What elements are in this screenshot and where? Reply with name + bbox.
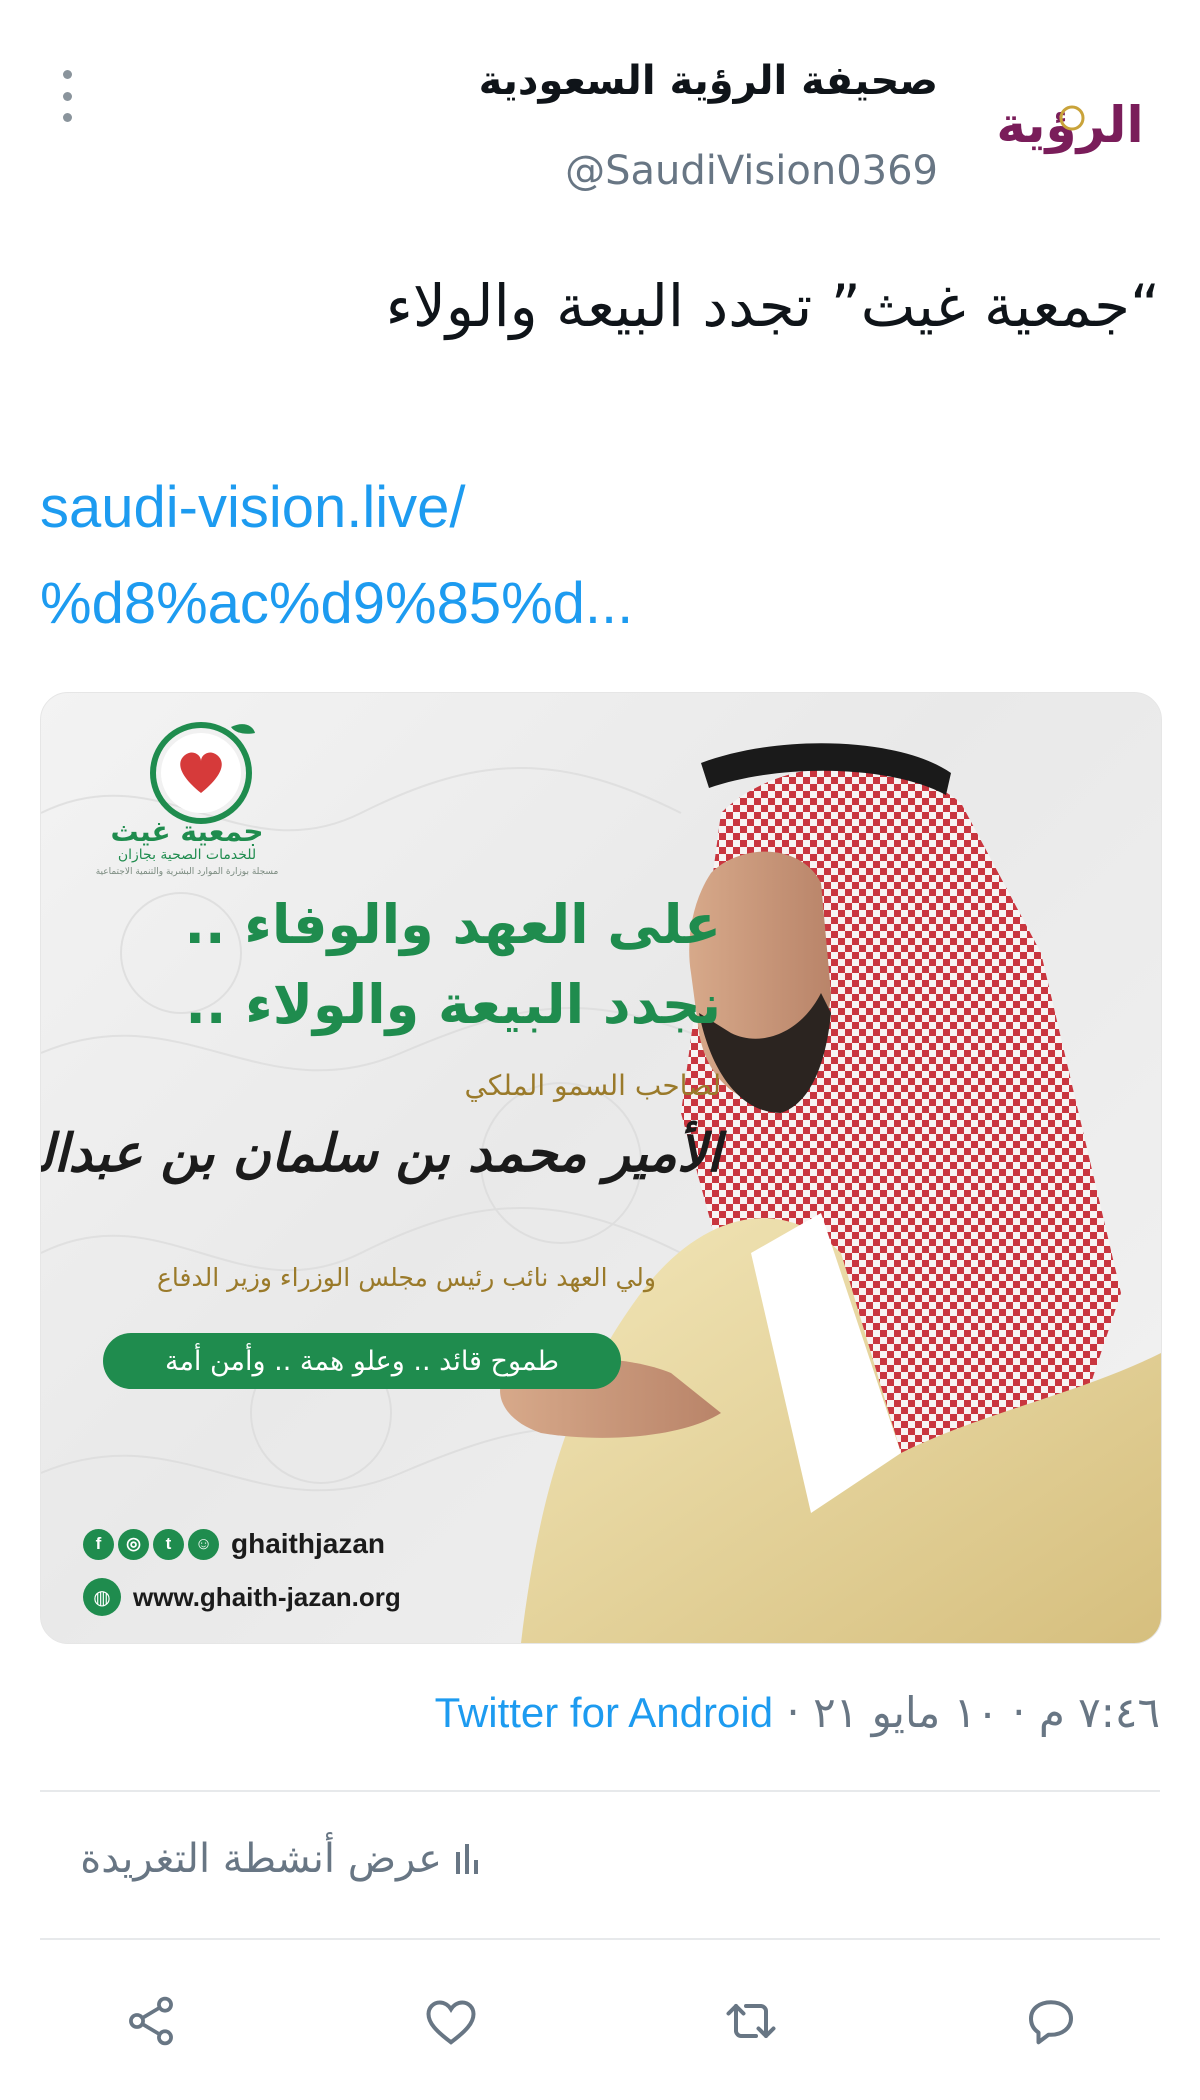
like-icon[interactable] bbox=[416, 1986, 486, 2056]
website-url: www.ghaith-jazan.org bbox=[133, 1581, 401, 1612]
social-row: f ◎ t ☺ ghaithjazan bbox=[83, 1528, 385, 1560]
org-subtitle: للخدمات الصحية بجازان bbox=[117, 847, 257, 863]
more-options-icon[interactable] bbox=[52, 70, 82, 122]
tweet-activity-button[interactable]: عرض أنشطة التغريدة bbox=[80, 1836, 478, 1882]
retweet-icon[interactable] bbox=[716, 1986, 786, 2056]
instagram-icon: ◎ bbox=[118, 1528, 149, 1560]
highness-label: لصاحب السمو الملكي bbox=[464, 1069, 721, 1102]
action-bar bbox=[0, 1986, 1200, 2056]
divider bbox=[40, 1938, 1160, 1940]
snapchat-icon: ☺ bbox=[188, 1528, 219, 1560]
tweet-link-line1[interactable]: saudi-vision.live/ bbox=[40, 460, 633, 556]
headline-line1: على العهد والوفاء .. bbox=[184, 893, 721, 956]
tweet-link[interactable]: saudi-vision.live/ %d8%ac%d9%85%d... bbox=[40, 460, 633, 652]
headline-line2: نجدد البيعة والولاء .. bbox=[185, 973, 721, 1036]
tweet-timestamp: ٧:٤٦ م · ١٠ مايو ٢١ bbox=[813, 1688, 1160, 1737]
tweet-link-line2[interactable]: %d8%ac%d9%85%d... bbox=[40, 556, 633, 652]
tweet-activity-label: عرض أنشطة التغريدة bbox=[80, 1836, 442, 1882]
org-name: جمعية غيث bbox=[110, 815, 264, 848]
org-license: مسجلة بوزارة الموارد البشرية والتنمية ال… bbox=[95, 867, 279, 877]
globe-icon: ◍ bbox=[83, 1578, 121, 1616]
avatar[interactable]: الرؤية bbox=[990, 80, 1150, 170]
tweet-source[interactable]: Twitter for Android bbox=[435, 1689, 773, 1736]
website-row: ◍ www.ghaith-jazan.org bbox=[83, 1578, 401, 1616]
display-name[interactable]: صحيفة الرؤية السعودية bbox=[479, 58, 938, 104]
slogan-badge: طموح قائد .. وعلو همة .. وأمن أمة bbox=[103, 1333, 621, 1389]
divider bbox=[40, 1790, 1160, 1792]
prince-name-calligraphy: الأمير محمد بن سلمان بن عبدالعزيز آل سعو… bbox=[41, 1123, 721, 1184]
facebook-icon: f bbox=[83, 1528, 114, 1560]
tweet-text: “جمعية غيث” تجدد البيعة والولاء bbox=[385, 272, 1160, 340]
prince-title: ولي العهد نائب رئيس مجلس الوزراء وزير ال… bbox=[156, 1263, 656, 1292]
share-icon[interactable] bbox=[116, 1986, 186, 2056]
user-handle[interactable]: @SaudiVision0369 bbox=[565, 148, 938, 194]
tweet-media-image[interactable]: جمعية غيث للخدمات الصحية بجازان مسجلة بو… bbox=[40, 692, 1162, 1644]
meta-separator: · bbox=[773, 1688, 814, 1737]
social-handle: ghaithjazan bbox=[231, 1528, 386, 1559]
analytics-icon bbox=[456, 1844, 478, 1874]
tweet-meta: Twitter for Android · ٧:٤٦ م · ١٠ مايو ٢… bbox=[435, 1688, 1160, 1737]
avatar-logo-text: الرؤية bbox=[996, 96, 1143, 155]
twitter-icon: t bbox=[153, 1528, 184, 1560]
reply-icon[interactable] bbox=[1016, 1986, 1086, 2056]
